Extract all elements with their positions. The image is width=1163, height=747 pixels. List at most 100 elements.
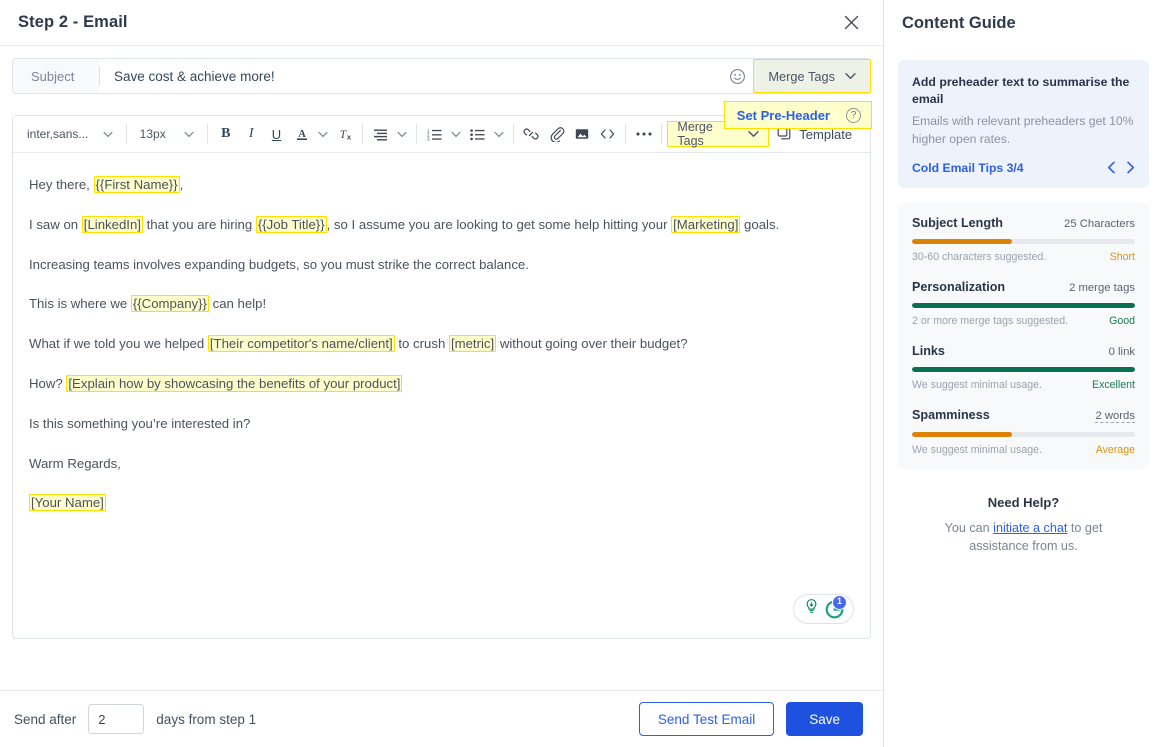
initiate-chat-link[interactable]: initiate a chat — [993, 521, 1067, 535]
align-icon[interactable] — [368, 121, 393, 147]
page-title: Step 2 - Email — [18, 13, 128, 32]
merge-tag-token[interactable]: [LinkedIn] — [82, 216, 143, 233]
email-text: can help! — [209, 296, 266, 311]
font-size-select[interactable]: 13px — [132, 121, 203, 147]
toolbar-divider — [625, 124, 626, 144]
italic-button[interactable]: I — [239, 121, 264, 147]
chevron-down-icon[interactable] — [447, 121, 465, 147]
email-body-line: Increasing teams involves expanding budg… — [29, 255, 852, 275]
tip-navigation — [1107, 161, 1135, 174]
svg-text:3: 3 — [427, 136, 430, 140]
email-text: What if we told you we helped — [29, 336, 208, 351]
email-body-line: What if we told you we helped [Their com… — [29, 334, 852, 354]
from-step-label: days from step 1 — [156, 712, 256, 727]
content-guide-pane: Content Guide Add preheader text to summ… — [884, 0, 1163, 747]
clear-format-button[interactable]: T x — [332, 121, 357, 147]
email-body-line: How? [Explain how by showcasing the bene… — [29, 374, 852, 394]
metric-status: Average — [1096, 444, 1135, 456]
send-test-email-button[interactable]: Send Test Email — [639, 702, 774, 736]
tip-link[interactable]: Cold Email Tips 3/4 — [912, 161, 1024, 175]
link-icon[interactable] — [519, 121, 544, 147]
set-preheader-link[interactable]: Set Pre-Header — [737, 108, 830, 123]
merge-tag-token[interactable]: {{First Name}} — [94, 176, 180, 193]
email-text: , — [180, 177, 184, 192]
metric-header: Spamminess 2 words — [912, 408, 1135, 423]
metric-progress-bar — [912, 432, 1135, 437]
metric-name: Personalization — [912, 280, 1005, 294]
underline-button[interactable]: U — [264, 121, 289, 147]
tip-card: Add preheader text to summarise the emai… — [898, 60, 1149, 188]
chevron-left-icon[interactable] — [1107, 161, 1116, 174]
metric-value[interactable]: 2 words — [1095, 410, 1135, 423]
chevron-down-icon[interactable] — [314, 121, 332, 147]
metric-footer: We suggest minimal usage. Average — [912, 444, 1135, 456]
toolbar-divider — [126, 124, 127, 144]
save-button[interactable]: Save — [786, 702, 863, 736]
chevron-down-icon — [103, 127, 113, 141]
metric-hint: We suggest minimal usage. — [912, 444, 1042, 456]
font-family-select[interactable]: inter,sans... — [19, 121, 121, 147]
email-text: Hey there, — [29, 177, 94, 192]
subject-input[interactable] — [100, 59, 721, 93]
image-icon[interactable] — [569, 121, 594, 147]
lightbulb-icon[interactable] — [803, 598, 820, 621]
metric-progress-fill — [912, 432, 1012, 437]
email-body-line: I saw on [LinkedIn] that you are hiring … — [29, 215, 852, 235]
writing-assistant-widget[interactable]: 1 — [793, 594, 854, 624]
editor-header: Step 2 - Email — [0, 0, 883, 46]
chevron-down-icon[interactable] — [490, 121, 508, 147]
metric-value: 0 link — [1109, 346, 1135, 358]
metric-item: Personalization2 merge tags2 or more mer… — [912, 280, 1135, 327]
metric-header: Subject Length25 Characters — [912, 216, 1135, 230]
metric-header: Links0 link — [912, 344, 1135, 358]
metric-status: Short — [1110, 251, 1135, 263]
metric-progress-fill — [912, 303, 1135, 308]
metric-status: Good — [1109, 315, 1135, 327]
email-body-content[interactable]: Hey there, {{First Name}}, I saw on [Link… — [13, 153, 870, 638]
email-body-line: Hey there, {{First Name}}, — [29, 175, 852, 195]
metric-value: 25 Characters — [1064, 218, 1135, 230]
subject-merge-tags-button[interactable]: Merge Tags — [753, 59, 871, 93]
merge-tag-token[interactable]: [metric] — [449, 335, 496, 352]
assistant-badge-count: 1 — [832, 595, 847, 610]
content-guide-title: Content Guide — [902, 14, 1016, 33]
bullet-list-icon[interactable] — [465, 121, 490, 147]
merge-tag-token[interactable]: {{Job Title}} — [256, 216, 327, 233]
bold-button[interactable]: B — [213, 121, 238, 147]
chevron-down-icon — [845, 72, 856, 80]
font-family-value: inter,sans... — [27, 127, 88, 141]
send-after-days-input[interactable] — [88, 704, 144, 734]
email-text: , so I assume you are looking to get som… — [327, 217, 672, 232]
chevron-down-icon[interactable] — [394, 121, 412, 147]
metric-item: Spamminess 2 words We suggest minimal usag… — [912, 408, 1135, 456]
merge-tag-token[interactable]: {{Company}} — [131, 295, 209, 312]
tip-description: Emails with relevant preheaders get 10% … — [912, 113, 1135, 148]
email-text: How? — [29, 376, 66, 391]
code-icon[interactable] — [595, 121, 620, 147]
merge-tag-token[interactable]: [Your Name] — [29, 494, 106, 511]
subject-row: Subject Merge Ta — [12, 58, 871, 94]
attachment-icon[interactable] — [544, 121, 569, 147]
chevron-right-icon[interactable] — [1126, 161, 1135, 174]
question-mark-icon[interactable]: ? — [846, 108, 861, 123]
metric-status: Excellent — [1092, 379, 1135, 391]
metric-progress-fill — [912, 239, 1012, 244]
grammarly-icon[interactable]: 1 — [825, 600, 844, 619]
footer-actions: Send Test Email Save — [639, 702, 863, 736]
need-help-section: Need Help? You can initiate a chat to ge… — [898, 495, 1149, 556]
merge-tag-token[interactable]: [Explain how by showcasing the benefits … — [66, 375, 402, 392]
email-text: This is where we — [29, 296, 131, 311]
email-step-editor: Step 2 - Email Subject — [0, 0, 1163, 747]
merge-tag-token[interactable]: [Marketing] — [671, 216, 740, 233]
metric-name: Spamminess — [912, 408, 990, 422]
ordered-list-icon[interactable]: 1 2 3 — [422, 121, 447, 147]
close-icon[interactable] — [837, 9, 865, 37]
subject-area: Subject Merge Ta — [12, 58, 871, 94]
metric-progress-fill — [912, 367, 1135, 372]
email-text: Is this something you’re interested in? — [29, 416, 250, 431]
more-options-icon[interactable] — [631, 121, 656, 147]
merge-tag-token[interactable]: [Their competitor's name/client] — [208, 335, 395, 352]
text-color-button[interactable]: A — [289, 121, 314, 147]
emoji-icon[interactable] — [721, 59, 753, 93]
editor-body-area: Subject Merge Ta — [0, 46, 883, 690]
